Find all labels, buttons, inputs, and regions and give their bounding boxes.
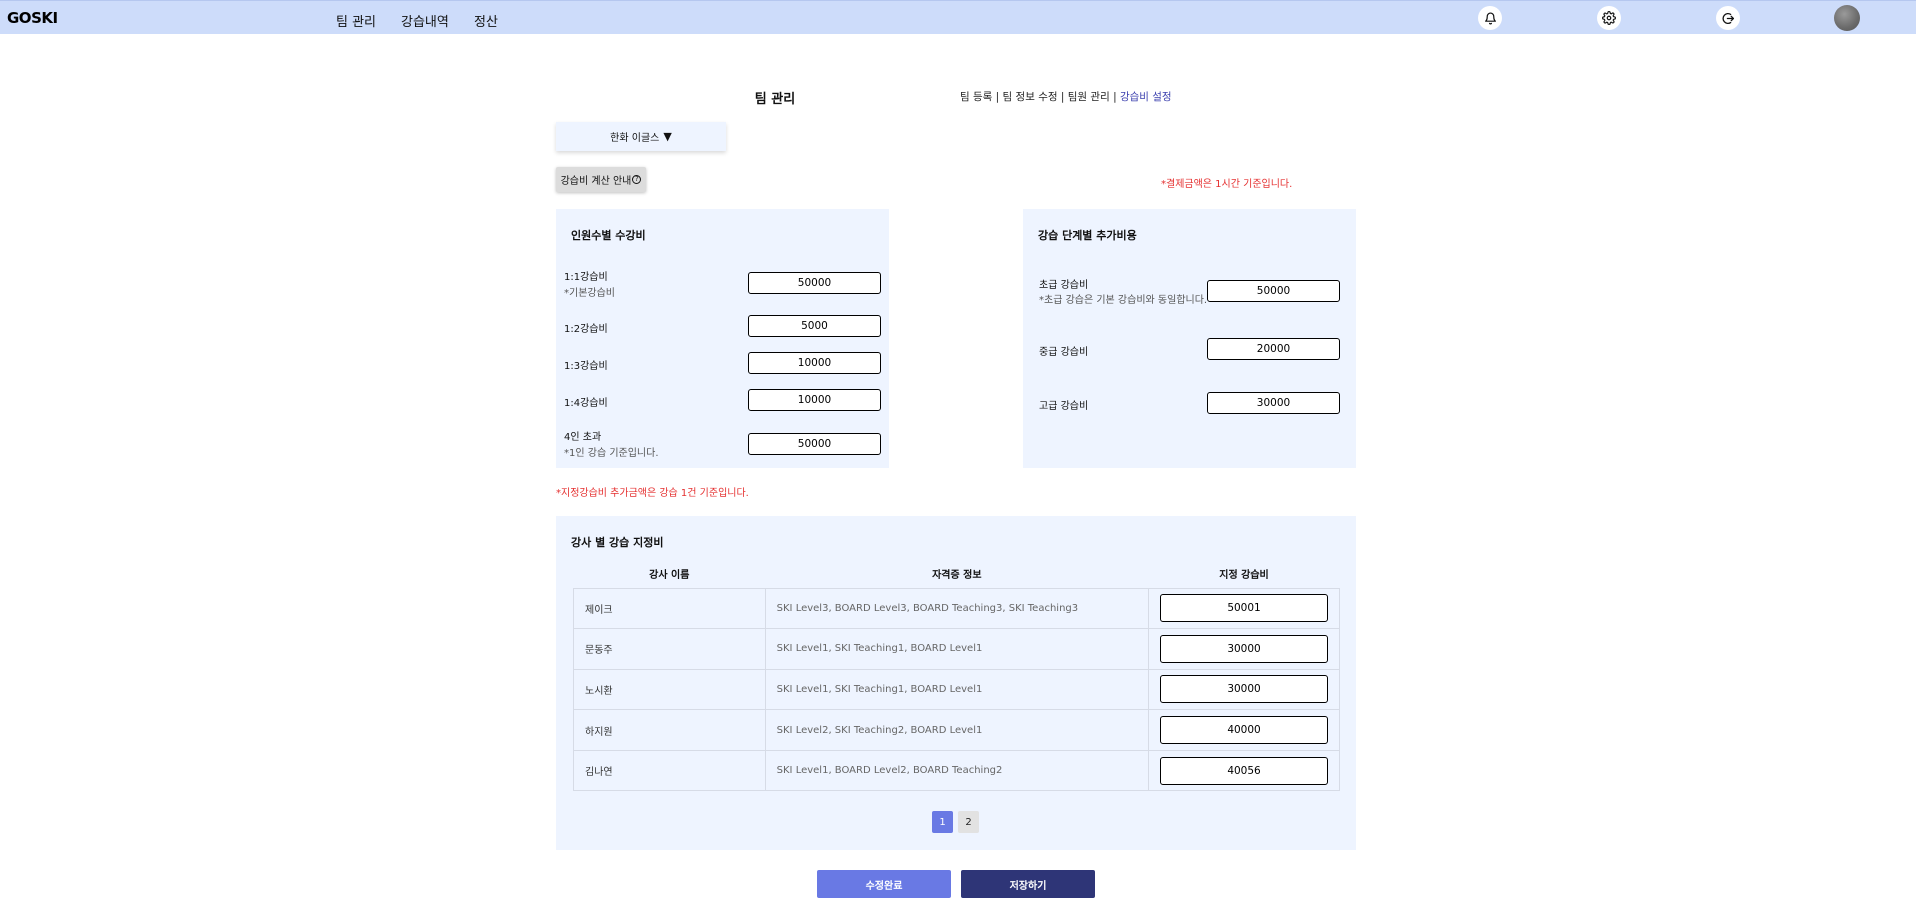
edit-complete-button[interactable]: 수정완료 bbox=[817, 870, 951, 898]
fee-1to4-label: 1:4강습비 bbox=[564, 398, 608, 409]
instructor-certification: SKI Level3, BOARD Level3, BOARD Teaching… bbox=[764, 587, 1150, 630]
team-select-dropdown[interactable]: 한화 이글스 ▼ bbox=[556, 122, 726, 151]
user-avatar[interactable] bbox=[1834, 5, 1860, 31]
fee-beginner-label: 초급 강습비 bbox=[1039, 280, 1089, 291]
instructor-fee-input[interactable] bbox=[1160, 675, 1329, 704]
fee-1to1-sublabel: *기본강습비 bbox=[564, 288, 615, 299]
level-fee-title: 강습 단계별 추가비용 bbox=[1038, 229, 1137, 242]
fee-1to1-input[interactable] bbox=[748, 272, 881, 294]
column-header-instructor-name: 강사 이름 bbox=[649, 570, 690, 582]
caret-down-icon: ▼ bbox=[663, 130, 672, 143]
subnav-separator: | bbox=[992, 91, 1003, 103]
table-row: 제이크 SKI Level3, BOARD Level3, BOARD Teac… bbox=[573, 587, 1340, 630]
team-subnav: 팀 등록 | 팀 정보 수정 | 팀원 관리 | 강습비 설정 bbox=[960, 89, 1172, 104]
fee-1to1-label: 1:1강습비 bbox=[564, 272, 608, 283]
fee-over4-input[interactable] bbox=[748, 433, 881, 455]
nav-lesson-history[interactable]: 강습내역 bbox=[401, 11, 449, 30]
subnav-member-management[interactable]: 팀원 관리 bbox=[1068, 91, 1110, 103]
designated-fee-note: *지정강습비 추가금액은 강습 1건 기준입니다. bbox=[556, 488, 749, 499]
app-logo[interactable]: GOSKI bbox=[7, 9, 58, 27]
instructor-name: 노시환 bbox=[573, 668, 766, 711]
instructor-fee-input[interactable] bbox=[1160, 594, 1329, 623]
instructor-name: 제이크 bbox=[573, 587, 766, 630]
instructor-certification: SKI Level2, SKI Teaching2, BOARD Level1 bbox=[764, 709, 1150, 751]
per-person-fee-title: 인원수별 수강비 bbox=[571, 229, 646, 242]
fee-1to4-input[interactable] bbox=[748, 389, 881, 411]
notification-button[interactable] bbox=[1478, 6, 1502, 30]
subnav-team-edit[interactable]: 팀 정보 수정 bbox=[1003, 91, 1058, 103]
page-title: 팀 관리 bbox=[754, 92, 796, 107]
instructor-fee-input[interactable] bbox=[1160, 716, 1329, 745]
subnav-team-register[interactable]: 팀 등록 bbox=[960, 91, 992, 103]
fee-calculation-guide-button[interactable]: 강습비 계산 안내 ? bbox=[556, 167, 646, 192]
per-person-fee-panel bbox=[556, 209, 889, 468]
instructor-name: 하지원 bbox=[573, 709, 766, 751]
top-navigation-bar: GOSKI 팀 관리 강습내역 정산 bbox=[0, 0, 1916, 34]
fee-over4-sublabel: *1인 강습 기준입니다. bbox=[564, 448, 659, 459]
fee-1to2-label: 1:2강습비 bbox=[564, 324, 608, 335]
logout-icon bbox=[1721, 12, 1734, 24]
table-row: 노시환 SKI Level1, SKI Teaching1, BOARD Lev… bbox=[573, 668, 1340, 711]
team-select-label: 한화 이글스 bbox=[610, 133, 660, 144]
subnav-separator: | bbox=[1109, 91, 1120, 103]
fee-beginner-input[interactable] bbox=[1207, 280, 1340, 302]
instructor-fee-title: 강사 별 강습 지정비 bbox=[571, 536, 664, 549]
save-button[interactable]: 저장하기 bbox=[961, 870, 1095, 898]
settings-button[interactable] bbox=[1597, 6, 1621, 30]
pagination-page-1[interactable]: 1 bbox=[932, 811, 953, 833]
calc-guide-label: 강습비 계산 안내 bbox=[560, 176, 632, 187]
table-row: 문동주 SKI Level1, SKI Teaching1, BOARD Lev… bbox=[573, 628, 1340, 670]
instructor-fee-table: 강사 이름 자격증 정보 지정 강습비 제이크 SKI Level3, BOAR… bbox=[573, 560, 1340, 792]
bell-icon bbox=[1484, 12, 1496, 24]
payment-basis-note: *결제금액은 1시간 기준입니다. bbox=[1161, 179, 1293, 190]
column-header-certification: 자격증 정보 bbox=[932, 570, 982, 582]
table-row: 김나연 SKI Level1, BOARD Level2, BOARD Teac… bbox=[573, 749, 1340, 792]
fee-advanced-label: 고급 강습비 bbox=[1039, 401, 1089, 412]
column-header-designated-fee: 지정 강습비 bbox=[1219, 570, 1269, 582]
subnav-separator: | bbox=[1057, 91, 1068, 103]
gear-icon bbox=[1602, 11, 1616, 25]
fee-beginner-sublabel: *초급 강습은 기본 강습비와 동일합니다. bbox=[1039, 295, 1208, 306]
instructor-fee-input[interactable] bbox=[1160, 634, 1329, 663]
instructor-certification: SKI Level1, SKI Teaching1, BOARD Level1 bbox=[764, 668, 1150, 711]
fee-over4-label: 4인 초과 bbox=[564, 432, 602, 443]
table-row: 하지원 SKI Level2, SKI Teaching2, BOARD Lev… bbox=[573, 709, 1340, 751]
fee-intermediate-label: 중급 강습비 bbox=[1039, 347, 1089, 358]
pagination-page-2[interactable]: 2 bbox=[958, 811, 979, 833]
instructor-certification: SKI Level1, SKI Teaching1, BOARD Level1 bbox=[764, 628, 1150, 670]
instructor-name: 문동주 bbox=[573, 628, 766, 670]
subnav-lesson-fee-settings[interactable]: 강습비 설정 bbox=[1120, 91, 1172, 103]
instructor-certification: SKI Level1, BOARD Level2, BOARD Teaching… bbox=[764, 749, 1150, 792]
help-circle-icon: ? bbox=[632, 175, 642, 184]
instructor-name: 김나연 bbox=[573, 749, 766, 792]
nav-settlement[interactable]: 정산 bbox=[474, 11, 498, 30]
instructor-fee-input[interactable] bbox=[1160, 756, 1329, 785]
fee-1to2-input[interactable] bbox=[748, 315, 881, 337]
table-header-row: 강사 이름 자격증 정보 지정 강습비 bbox=[573, 560, 1340, 588]
nav-team-management[interactable]: 팀 관리 bbox=[336, 11, 376, 30]
fee-advanced-input[interactable] bbox=[1207, 392, 1340, 414]
fee-intermediate-input[interactable] bbox=[1207, 338, 1340, 360]
logout-button[interactable] bbox=[1716, 6, 1740, 30]
fee-1to3-label: 1:3강습비 bbox=[564, 361, 608, 372]
fee-1to3-input[interactable] bbox=[748, 352, 881, 374]
